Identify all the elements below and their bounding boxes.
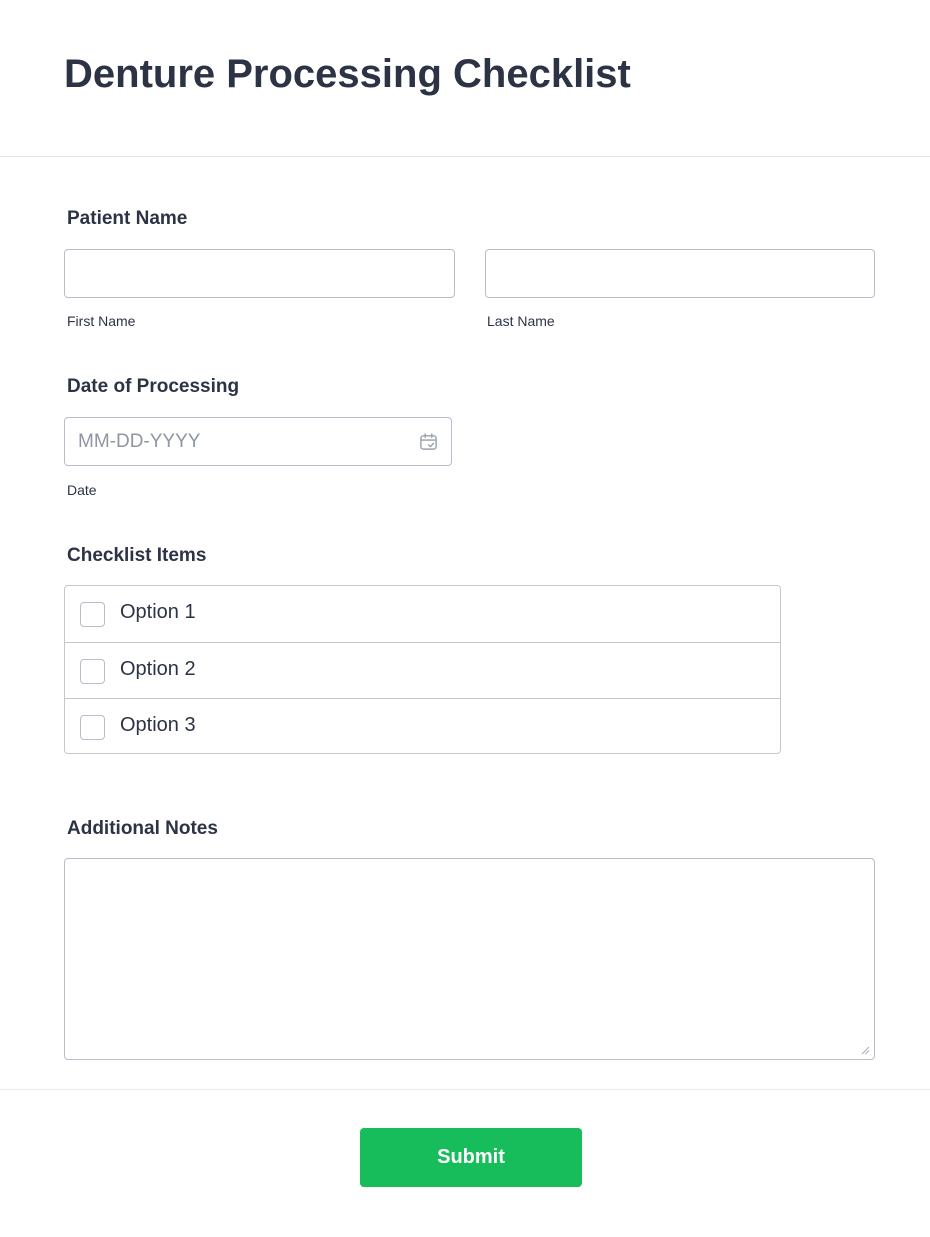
first-name-sublabel: First Name xyxy=(67,313,136,329)
form-page: Denture Processing Checklist Patient Nam… xyxy=(0,0,930,1237)
footer-divider xyxy=(0,1089,930,1090)
checklist-items-label: Checklist Items xyxy=(67,545,207,566)
calendar-icon[interactable] xyxy=(419,432,438,451)
checkbox[interactable] xyxy=(80,602,105,627)
additional-notes-label: Additional Notes xyxy=(67,818,218,839)
last-name-input[interactable] xyxy=(485,249,875,298)
date-sublabel: Date xyxy=(67,482,97,498)
submit-button[interactable]: Submit xyxy=(360,1128,582,1187)
checklist-option-label[interactable]: Option 1 xyxy=(120,601,196,624)
checkbox[interactable] xyxy=(80,715,105,740)
form-header: Denture Processing Checklist xyxy=(0,0,930,157)
form-title: Denture Processing Checklist xyxy=(64,52,631,96)
resize-handle-icon[interactable] xyxy=(860,1045,870,1055)
last-name-sublabel: Last Name xyxy=(487,313,555,329)
checklist-option-label[interactable]: Option 3 xyxy=(120,714,196,737)
checklist-option-3[interactable]: Option 3 xyxy=(65,698,780,754)
date-of-processing-label: Date of Processing xyxy=(67,376,240,397)
checkbox[interactable] xyxy=(80,659,105,684)
date-input[interactable] xyxy=(65,418,405,465)
checklist-option-label[interactable]: Option 2 xyxy=(120,658,196,681)
checklist-group: Option 1 Option 2 Option 3 xyxy=(64,585,781,754)
additional-notes-textarea[interactable] xyxy=(64,858,875,1060)
patient-name-label: Patient Name xyxy=(67,208,188,229)
first-name-input[interactable] xyxy=(64,249,455,298)
checklist-option-2[interactable]: Option 2 xyxy=(65,642,780,698)
checklist-option-1[interactable]: Option 1 xyxy=(65,586,780,642)
date-field[interactable] xyxy=(64,417,452,466)
